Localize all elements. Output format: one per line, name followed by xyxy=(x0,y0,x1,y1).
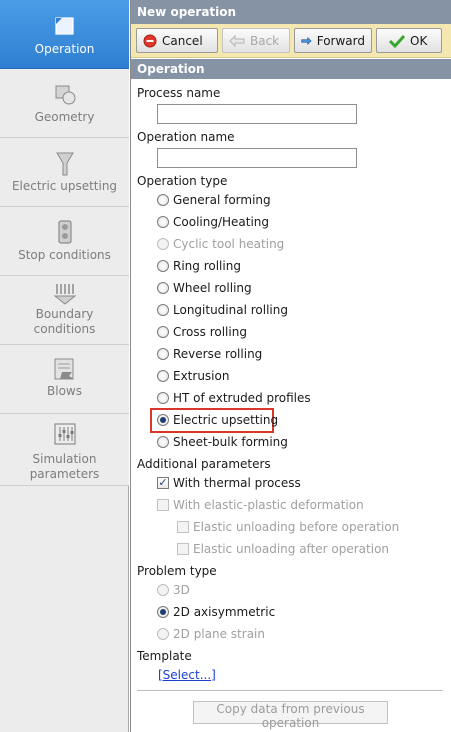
radio-general-forming[interactable]: General forming xyxy=(157,190,271,210)
blows-icon xyxy=(54,358,74,380)
radio-button[interactable] xyxy=(157,282,169,294)
template-label: Template xyxy=(137,649,192,663)
operation-name-label: Operation name xyxy=(137,130,235,144)
checkbox xyxy=(177,521,189,533)
radio-button[interactable] xyxy=(157,436,169,448)
radio-ring-rolling[interactable]: Ring rolling xyxy=(157,256,241,276)
checkbox-with-elastic-plastic: With elastic-plastic deformation xyxy=(157,495,364,515)
radio-button-selected[interactable] xyxy=(157,414,169,426)
radio-electric-upsetting[interactable]: Electric upsetting xyxy=(157,410,278,430)
panel-title: New operation xyxy=(131,0,451,24)
radio-button[interactable] xyxy=(157,326,169,338)
sidebar-item-operation[interactable]: Operation xyxy=(0,0,129,69)
operation-icon xyxy=(54,17,74,35)
sidebar-item-label: Simulation parameters xyxy=(29,452,100,481)
section-header: Operation xyxy=(131,59,451,79)
radio-button[interactable] xyxy=(157,260,169,272)
sidebar-item-label: Electric upsetting xyxy=(11,179,118,193)
radio-wheel-rolling[interactable]: Wheel rolling xyxy=(157,278,252,298)
process-name-label: Process name xyxy=(137,86,221,100)
sidebar-item-label: Stop conditions xyxy=(18,248,111,262)
radio-ht-extruded-profiles[interactable]: HT of extruded profiles xyxy=(157,388,311,408)
radio-button[interactable] xyxy=(157,392,169,404)
sidebar-item-label: Geometry xyxy=(34,110,95,124)
sidebar-item-geometry[interactable]: Geometry xyxy=(0,69,129,138)
radio-cooling-heating[interactable]: Cooling/Heating xyxy=(157,212,269,232)
radio-reverse-rolling[interactable]: Reverse rolling xyxy=(157,344,262,364)
process-name-input[interactable] xyxy=(157,104,357,124)
sidebar-item-blows[interactable]: Blows xyxy=(0,345,129,414)
toolbar: Cancel Back Forward OK xyxy=(131,24,451,58)
operation-type-label: Operation type xyxy=(137,174,228,188)
sidebar-item-label: Boundary conditions xyxy=(33,307,96,336)
back-button[interactable]: Back xyxy=(222,28,290,53)
forward-button[interactable]: Forward xyxy=(294,28,372,53)
radio-cross-rolling[interactable]: Cross rolling xyxy=(157,322,247,342)
electric-upsetting-icon xyxy=(55,152,74,176)
cancel-button[interactable]: Cancel xyxy=(136,28,218,53)
radio-3d: 3D xyxy=(157,580,190,600)
radio-extrusion[interactable]: Extrusion xyxy=(157,366,229,386)
sidebar-item-simulation-parameters[interactable]: Simulation parameters xyxy=(0,414,129,486)
boundary-conditions-icon xyxy=(53,284,76,305)
cancel-icon xyxy=(143,34,157,47)
sidebar-item-label: Operation xyxy=(34,42,95,56)
radio-button[interactable] xyxy=(157,304,169,316)
radio-cyclic-tool-heating: Cyclic tool heating xyxy=(157,234,284,254)
geometry-icon xyxy=(55,85,75,105)
template-select-link[interactable]: [Select...] xyxy=(158,668,216,682)
sidebar-item-electric-upsetting[interactable]: Electric upsetting xyxy=(0,138,129,207)
sidebar: Operation Geometry Electric upsetting St… xyxy=(0,0,129,732)
radio-longitudinal-rolling[interactable]: Longitudinal rolling xyxy=(157,300,288,320)
checkbox xyxy=(177,543,189,555)
arrow-right-icon xyxy=(301,36,312,45)
radio-button[interactable] xyxy=(157,348,169,360)
checkbox-checked[interactable]: ✓ xyxy=(157,477,169,489)
radio-sheet-bulk-forming[interactable]: Sheet-bulk forming xyxy=(157,432,288,452)
operation-panel: New operation Cancel Back Forward OK Ope… xyxy=(130,0,451,732)
checkbox-unload-before: Elastic unloading before operation xyxy=(177,517,399,537)
radio-2d-axisymmetric[interactable]: 2D axisymmetric xyxy=(157,602,275,622)
sidebar-item-label: Blows xyxy=(47,384,82,398)
arrow-left-icon xyxy=(229,34,245,47)
radio-button xyxy=(157,584,169,596)
divider xyxy=(137,690,443,691)
operation-name-input[interactable] xyxy=(157,148,357,168)
radio-button-selected[interactable] xyxy=(157,606,169,618)
radio-2d-plane-strain: 2D plane strain xyxy=(157,624,265,644)
copy-previous-button[interactable]: Copy data from previous operation xyxy=(193,701,388,730)
radio-button[interactable] xyxy=(157,194,169,206)
checkbox-unload-after: Elastic unloading after operation xyxy=(177,539,389,559)
stop-conditions-icon xyxy=(58,220,71,244)
ok-button[interactable]: OK xyxy=(376,28,442,53)
sidebar-item-stop-conditions[interactable]: Stop conditions xyxy=(0,207,129,276)
checkbox-with-thermal[interactable]: ✓ With thermal process xyxy=(157,473,301,493)
radio-button[interactable] xyxy=(157,370,169,382)
radio-button xyxy=(157,628,169,640)
simulation-parameters-icon xyxy=(54,423,75,445)
checkmark-icon xyxy=(389,34,405,48)
additional-parameters-label: Additional parameters xyxy=(137,457,271,471)
sidebar-item-boundary-conditions[interactable]: Boundary conditions xyxy=(0,276,129,345)
radio-button[interactable] xyxy=(157,216,169,228)
radio-button xyxy=(157,238,169,250)
problem-type-label: Problem type xyxy=(137,564,217,578)
checkbox xyxy=(157,499,169,511)
